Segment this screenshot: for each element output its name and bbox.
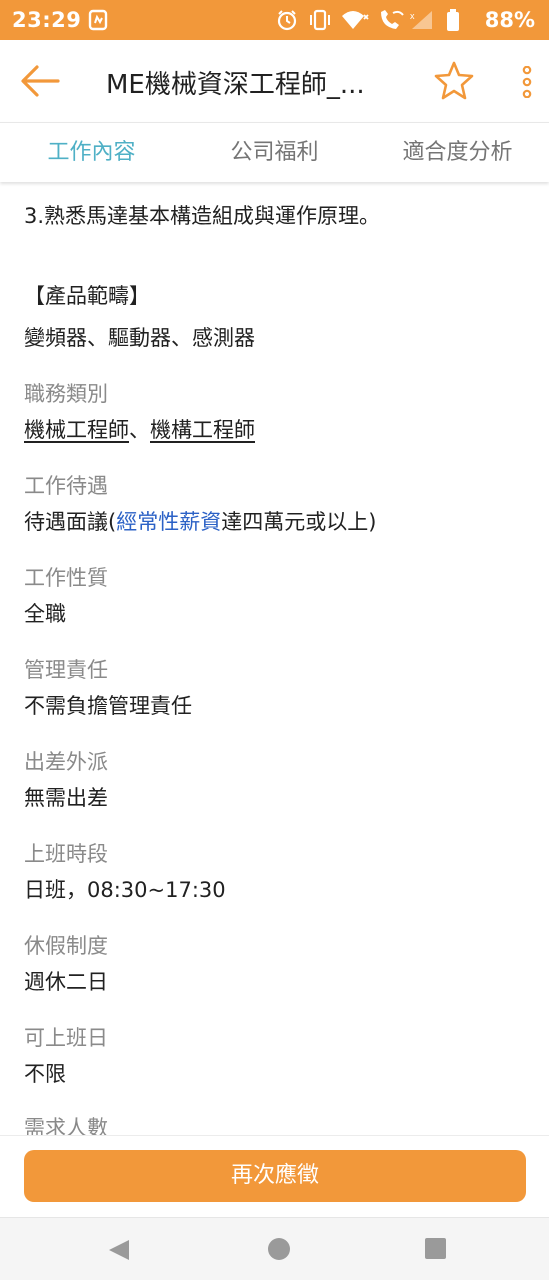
job-category-link-mechanism[interactable]: 機構工程師 — [150, 418, 255, 442]
job-category-separator: 、 — [129, 418, 150, 442]
job-type-label: 工作性質 — [24, 566, 108, 590]
job-category-value: 機械工程師、機構工程師 — [24, 414, 255, 444]
tab-bar: 工作內容 公司福利 適合度分析 — [0, 122, 549, 182]
star-outline-icon[interactable] — [434, 60, 474, 100]
salary-prefix: 待遇面議( — [24, 510, 117, 534]
signal-icon: x — [410, 9, 434, 35]
battery-level: 88% — [484, 8, 535, 32]
salary-value: 待遇面議(經常性薪資達四萬元或以上) — [24, 506, 376, 536]
battery-icon — [446, 9, 460, 35]
job-type-value: 全職 — [24, 602, 66, 626]
status-bar: 23:29 x 88% — [0, 0, 549, 40]
app-notification-icon — [88, 9, 108, 35]
wifi-icon — [340, 9, 370, 35]
regular-salary-link[interactable]: 經常性薪資 — [116, 510, 221, 534]
wifi-calling-icon — [378, 9, 404, 35]
reapply-button[interactable]: 再次應徵 — [24, 1150, 526, 1202]
app-bar: ME機械資深工程師_... — [0, 40, 549, 122]
management-label: 管理責任 — [24, 658, 108, 682]
job-category-link-mechanical[interactable]: 機械工程師 — [24, 418, 129, 442]
back-arrow-icon[interactable] — [20, 64, 60, 98]
tab-job-content[interactable]: 工作內容 — [0, 123, 183, 183]
salary-label: 工作待遇 — [24, 474, 108, 498]
start-date-label: 可上班日 — [24, 1026, 108, 1050]
status-time: 23:29 — [12, 8, 82, 32]
salary-suffix: 達四萬元或以上) — [221, 510, 377, 534]
nav-back-icon[interactable] — [107, 1238, 131, 1266]
job-detail-content[interactable]: 3.熟悉馬達基本構造組成與運作原理。 【產品範疇】 變頻器、驅動器、感測器 職務… — [0, 182, 549, 1135]
nav-home-icon[interactable] — [268, 1238, 290, 1260]
management-value: 不需負擔管理責任 — [24, 694, 192, 718]
work-hours-value: 日班，08:30~17:30 — [24, 878, 226, 902]
tab-fit-analysis[interactable]: 適合度分析 — [366, 123, 549, 183]
nav-recents-icon[interactable] — [425, 1238, 446, 1259]
leave-system-value: 週休二日 — [24, 970, 108, 994]
start-date-value: 不限 — [24, 1062, 66, 1086]
work-hours-label: 上班時段 — [24, 842, 108, 866]
business-travel-label: 出差外派 — [24, 750, 108, 774]
requirement-line: 3.熟悉馬達基本構造組成與運作原理。 — [24, 204, 381, 228]
business-travel-value: 無需出差 — [24, 786, 108, 810]
tab-company-benefits[interactable]: 公司福利 — [183, 123, 366, 183]
product-heading: 【產品範疇】 — [24, 284, 150, 308]
more-vert-icon[interactable] — [518, 65, 536, 99]
svg-text:x: x — [410, 11, 415, 21]
headcount-label: 需求人數 — [24, 1116, 108, 1135]
job-category-label: 職務類別 — [24, 382, 108, 406]
page-title: ME機械資深工程師_... — [106, 70, 365, 100]
vibrate-icon — [308, 9, 332, 35]
alarm-icon — [276, 9, 298, 35]
bottom-action-area: 再次應徵 — [0, 1135, 549, 1217]
product-text: 變頻器、驅動器、感測器 — [24, 326, 255, 350]
system-nav-bar — [0, 1217, 549, 1280]
leave-system-label: 休假制度 — [24, 934, 108, 958]
